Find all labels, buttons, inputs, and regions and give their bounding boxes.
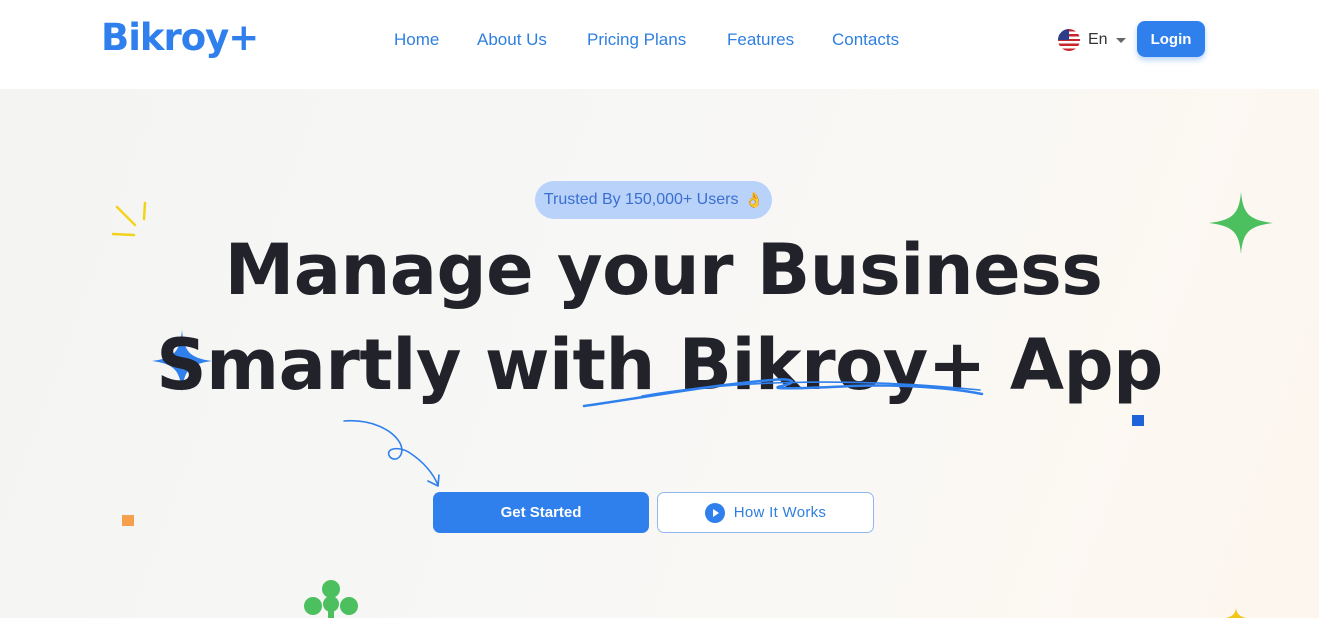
- blue-square-icon: [1132, 415, 1144, 426]
- us-flag-icon: [1058, 29, 1080, 51]
- nav-item-about-us[interactable]: About Us: [477, 28, 547, 52]
- site-header: Bikroy+ Home About Us Pricing Plans Feat…: [0, 0, 1319, 89]
- yellow-star-icon: [1226, 608, 1246, 618]
- language-label: En: [1088, 31, 1108, 48]
- hero-headline-line-1: Manage your Business: [224, 229, 1103, 311]
- hero-section: Trusted By 150,000+ Users 👌 Manage your …: [0, 89, 1319, 618]
- ok-hand-icon: 👌: [744, 192, 764, 209]
- how-it-works-button[interactable]: How It Works: [657, 492, 874, 533]
- trusted-users-badge: Trusted By 150,000+ Users 👌: [535, 181, 772, 219]
- orange-square-icon: [122, 515, 134, 526]
- how-it-works-label: How It Works: [733, 504, 827, 521]
- badge-text: Trusted By 150,000+ Users: [543, 191, 739, 208]
- login-button[interactable]: Login: [1137, 21, 1205, 57]
- language-selector[interactable]: En: [1058, 28, 1126, 52]
- get-started-button[interactable]: Get Started: [433, 492, 649, 533]
- nav-item-home[interactable]: Home: [394, 28, 439, 52]
- green-clover-icon: [304, 580, 358, 618]
- nav-item-contacts[interactable]: Contacts: [832, 28, 899, 52]
- play-icon: [704, 502, 725, 523]
- chevron-down-icon: [1115, 37, 1126, 43]
- nav-item-features[interactable]: Features: [727, 28, 794, 52]
- brand-logo[interactable]: Bikroy+: [101, 14, 259, 62]
- curly-arrow-icon: [343, 419, 440, 487]
- nav-item-pricing-plans[interactable]: Pricing Plans: [587, 28, 686, 52]
- scribble-underline-icon: [582, 378, 984, 408]
